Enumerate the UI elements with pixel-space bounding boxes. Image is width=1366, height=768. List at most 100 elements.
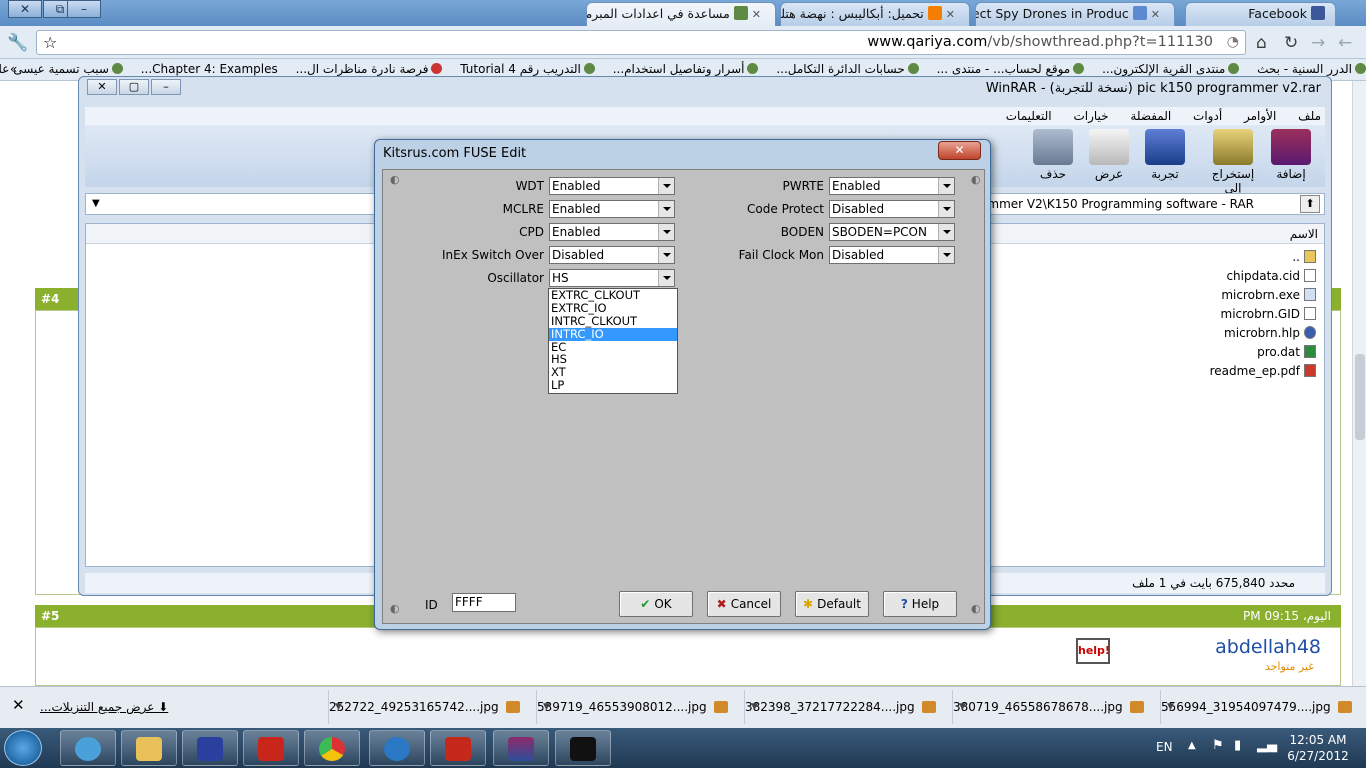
language-indicator[interactable]: EN bbox=[1156, 740, 1173, 754]
chevron-down-icon[interactable] bbox=[938, 224, 954, 240]
file-row[interactable]: readme_ep.pdf bbox=[1210, 364, 1316, 378]
download-item[interactable]: ▼ 380719_46558678678....jpg bbox=[952, 690, 1150, 724]
oscillator-option[interactable]: INTRC_CLKOUT bbox=[549, 314, 677, 328]
taskbar-app[interactable] bbox=[493, 730, 549, 766]
home-icon[interactable]: ⌂ bbox=[1256, 33, 1267, 53]
back-icon[interactable]: ← bbox=[1338, 33, 1352, 53]
file-row[interactable]: pro.dat bbox=[1257, 345, 1316, 359]
system-clock[interactable]: 12:05 AM 6/27/2012 bbox=[1283, 732, 1353, 764]
close-shelf-icon[interactable]: ✕ bbox=[12, 696, 25, 714]
add-tool-button[interactable]: إضافة bbox=[1265, 129, 1317, 181]
file-row[interactable]: .. bbox=[1292, 250, 1316, 264]
file-row[interactable]: microbrn.hlp bbox=[1224, 326, 1316, 340]
battery-icon[interactable]: ▮ bbox=[1234, 738, 1241, 753]
pwrte-select[interactable]: Enabled bbox=[829, 177, 955, 195]
winrar-maximize-button[interactable]: ▢ bbox=[119, 79, 149, 95]
download-item[interactable]: ▼ 382398_37217722284....jpg bbox=[744, 690, 942, 724]
chevron-down-icon[interactable]: ▼ bbox=[335, 690, 342, 724]
chevron-down-icon[interactable]: ▼ bbox=[543, 690, 550, 724]
address-bar[interactable]: www.qariya.com/vb/showthread.php?t=11113… bbox=[36, 30, 1246, 55]
star-icon[interactable]: ☆ bbox=[43, 31, 57, 54]
chevron-down-icon[interactable] bbox=[658, 270, 674, 286]
wdt-select[interactable]: Enabled bbox=[549, 177, 675, 195]
menu-help[interactable]: التعليمات bbox=[1006, 109, 1052, 123]
oscillator-option[interactable]: EXTRC_IO bbox=[549, 301, 677, 315]
menu-options[interactable]: خيارات bbox=[1073, 109, 1108, 123]
oscillator-option[interactable]: EXTRC_CLKOUT bbox=[549, 289, 677, 302]
scrollbar-thumb[interactable] bbox=[1355, 354, 1365, 440]
minimize-window-button[interactable]: – bbox=[67, 0, 101, 18]
oscillator-option[interactable]: LP bbox=[549, 379, 677, 392]
id-input[interactable]: FFFF bbox=[452, 593, 516, 612]
file-row[interactable]: microbrn.GID bbox=[1221, 307, 1316, 321]
up-folder-button[interactable]: ⬆ bbox=[1300, 195, 1320, 213]
flag-icon[interactable]: ⚑ bbox=[1212, 738, 1224, 753]
ok-button[interactable]: ✔ OK bbox=[619, 591, 693, 617]
reload-icon[interactable]: ↻ bbox=[1284, 33, 1298, 53]
download-item[interactable]: ▼ 252722_49253165742....jpg bbox=[328, 690, 526, 724]
chevron-down-icon[interactable] bbox=[938, 247, 954, 263]
start-button[interactable] bbox=[4, 730, 42, 766]
help-button[interactable]: ? Help bbox=[883, 591, 957, 617]
file-row[interactable]: microbrn.exe bbox=[1221, 288, 1316, 302]
tray-arrow-icon[interactable]: ▲ bbox=[1188, 740, 1196, 751]
dialog-close-button[interactable]: ✕ bbox=[938, 141, 981, 160]
forward-icon[interactable]: → bbox=[1311, 33, 1325, 53]
page-scrollbar[interactable] bbox=[1352, 81, 1366, 686]
taskbar-app[interactable] bbox=[555, 730, 611, 766]
winrar-minimize-button[interactable]: – bbox=[151, 79, 181, 95]
chevron-down-icon[interactable]: ▼ bbox=[959, 690, 966, 724]
tab-qariya-active[interactable]: ✕مساعدة في اعدادات المبرمجة ج bbox=[586, 2, 776, 26]
taskbar-app[interactable] bbox=[430, 730, 486, 766]
taskbar-app[interactable] bbox=[369, 730, 425, 766]
cpd-select[interactable]: Enabled bbox=[549, 223, 675, 241]
inex-switch-select[interactable]: Disabled bbox=[549, 246, 675, 264]
default-button[interactable]: ✱ Default bbox=[795, 591, 869, 617]
show-all-downloads-link[interactable]: ⬇ عرض جميع التنزيلات... bbox=[40, 687, 168, 727]
oscillator-option[interactable]: XT bbox=[549, 366, 677, 379]
chevron-down-icon[interactable] bbox=[938, 178, 954, 194]
network-icon[interactable]: ▂▄ bbox=[1257, 738, 1277, 753]
taskbar-app[interactable] bbox=[182, 730, 238, 766]
tab-close-icon[interactable]: ✕ bbox=[1151, 8, 1160, 21]
tab-close-icon[interactable]: ✕ bbox=[946, 8, 955, 21]
taskbar-app[interactable] bbox=[121, 730, 177, 766]
chevron-down-icon[interactable] bbox=[938, 201, 954, 217]
delete-tool-button[interactable]: حذف bbox=[1027, 129, 1079, 181]
taskbar-app[interactable] bbox=[243, 730, 299, 766]
taskbar-app[interactable] bbox=[60, 730, 116, 766]
tab-apocalypse[interactable]: ✕تحميل: أبكاليبس : نهضة هتلر bbox=[780, 2, 970, 26]
tab-facebook[interactable]: Facebook bbox=[1185, 2, 1336, 26]
chevron-down-icon[interactable]: ▼ bbox=[751, 690, 758, 724]
menu-file[interactable]: ملف bbox=[1298, 109, 1321, 123]
view-tool-button[interactable]: عرض bbox=[1083, 129, 1135, 181]
download-item[interactable]: ▼ 556994_31954097479....jpg bbox=[1160, 690, 1358, 724]
menu-favorites[interactable]: المفضلة bbox=[1130, 109, 1171, 123]
menu-tools[interactable]: أدوات bbox=[1193, 109, 1222, 123]
download-item[interactable]: ▼ 539719_46553908012....jpg bbox=[536, 690, 734, 724]
menu-commands[interactable]: الأوامر bbox=[1244, 109, 1276, 123]
mclre-select[interactable]: Enabled bbox=[549, 200, 675, 218]
username-link[interactable]: abdellah48 bbox=[1215, 636, 1321, 658]
fail-clock-select[interactable]: Disabled bbox=[829, 246, 955, 264]
tab-close-icon[interactable]: ✕ bbox=[752, 8, 761, 21]
oscillator-option-highlighted[interactable]: INTRC_IO bbox=[549, 327, 677, 341]
tab-insect-spy[interactable]: ✕Insect Spy Drones in Produc bbox=[975, 2, 1175, 26]
close-window-button[interactable]: ✕ bbox=[8, 0, 42, 18]
file-row[interactable]: chipdata.cid bbox=[1226, 269, 1316, 283]
boden-select[interactable]: SBODEN=PCON bbox=[829, 223, 955, 241]
oscillator-option[interactable]: EC bbox=[549, 340, 677, 354]
test-tool-button[interactable]: تجربة bbox=[1139, 129, 1191, 181]
oscillator-option[interactable]: HS bbox=[549, 353, 677, 366]
cancel-button[interactable]: ✖ Cancel bbox=[707, 591, 781, 617]
taskbar-app[interactable] bbox=[304, 730, 360, 766]
chevron-down-icon[interactable]: ▼ bbox=[1167, 690, 1174, 724]
refresh-small-icon[interactable]: ◔ bbox=[1227, 31, 1239, 54]
extract-tool-button[interactable]: إستخراج إلى bbox=[1203, 129, 1263, 195]
wrench-icon[interactable]: 🔧 bbox=[7, 33, 28, 53]
oscillator-select[interactable]: HS bbox=[549, 269, 675, 287]
bookmarks-overflow-button[interactable]: » bbox=[10, 59, 17, 80]
code-protect-select[interactable]: Disabled bbox=[829, 200, 955, 218]
path-dropdown-arrow[interactable]: ▼ bbox=[92, 194, 100, 214]
winrar-close-button[interactable]: ✕ bbox=[87, 79, 117, 95]
